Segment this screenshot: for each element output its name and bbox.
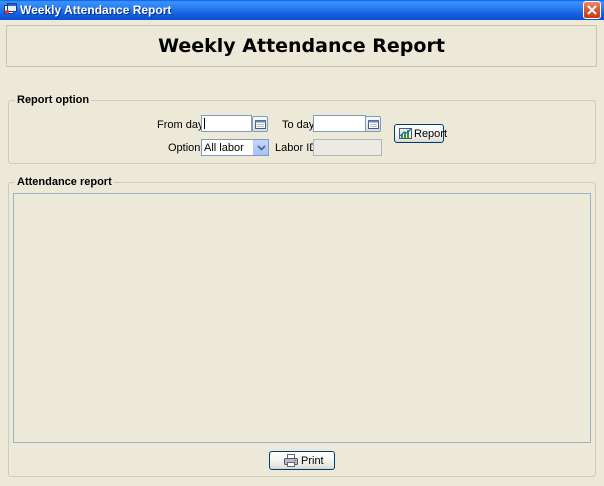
report-button[interactable]: Report — [394, 124, 448, 143]
printer-icon — [284, 454, 298, 470]
option-select[interactable]: All labor — [201, 139, 269, 156]
header-panel: Weekly Attendance Report — [6, 25, 597, 67]
close-button[interactable] — [583, 1, 601, 19]
from-day-input[interactable] — [201, 115, 252, 132]
attendance-report-group-label: Attendance report — [15, 176, 114, 188]
report-button-label: Report — [414, 128, 448, 140]
print-button-label: Print — [301, 455, 324, 467]
option-select-value: All labor — [204, 142, 244, 154]
to-day-calendar-button[interactable] — [365, 116, 381, 132]
report-option-group-label: Report option — [15, 94, 92, 106]
text-caret — [204, 118, 205, 129]
window-title: Weekly Attendance Report — [20, 3, 172, 17]
option-dropdown-button[interactable] — [253, 140, 268, 155]
labor-id-input[interactable] — [313, 139, 382, 156]
page-title: Weekly Attendance Report — [158, 35, 445, 57]
report-chart-icon — [399, 127, 412, 143]
print-button[interactable]: Print — [269, 451, 335, 470]
attendance-report-group: Attendance report Print — [8, 176, 596, 477]
title-bar[interactable]: Weekly Attendance Report — [0, 0, 604, 20]
from-day-label: From day: — [157, 119, 207, 131]
option-label: Option: — [168, 142, 204, 154]
report-option-group: Report option From day: To day: Report O… — [8, 94, 596, 164]
attendance-report-area[interactable] — [13, 193, 591, 443]
from-day-calendar-button[interactable] — [252, 116, 268, 132]
app-window-icon — [4, 3, 17, 16]
to-day-input[interactable] — [313, 115, 366, 132]
window: Weekly Attendance Report Weekly Attendan… — [0, 0, 604, 486]
